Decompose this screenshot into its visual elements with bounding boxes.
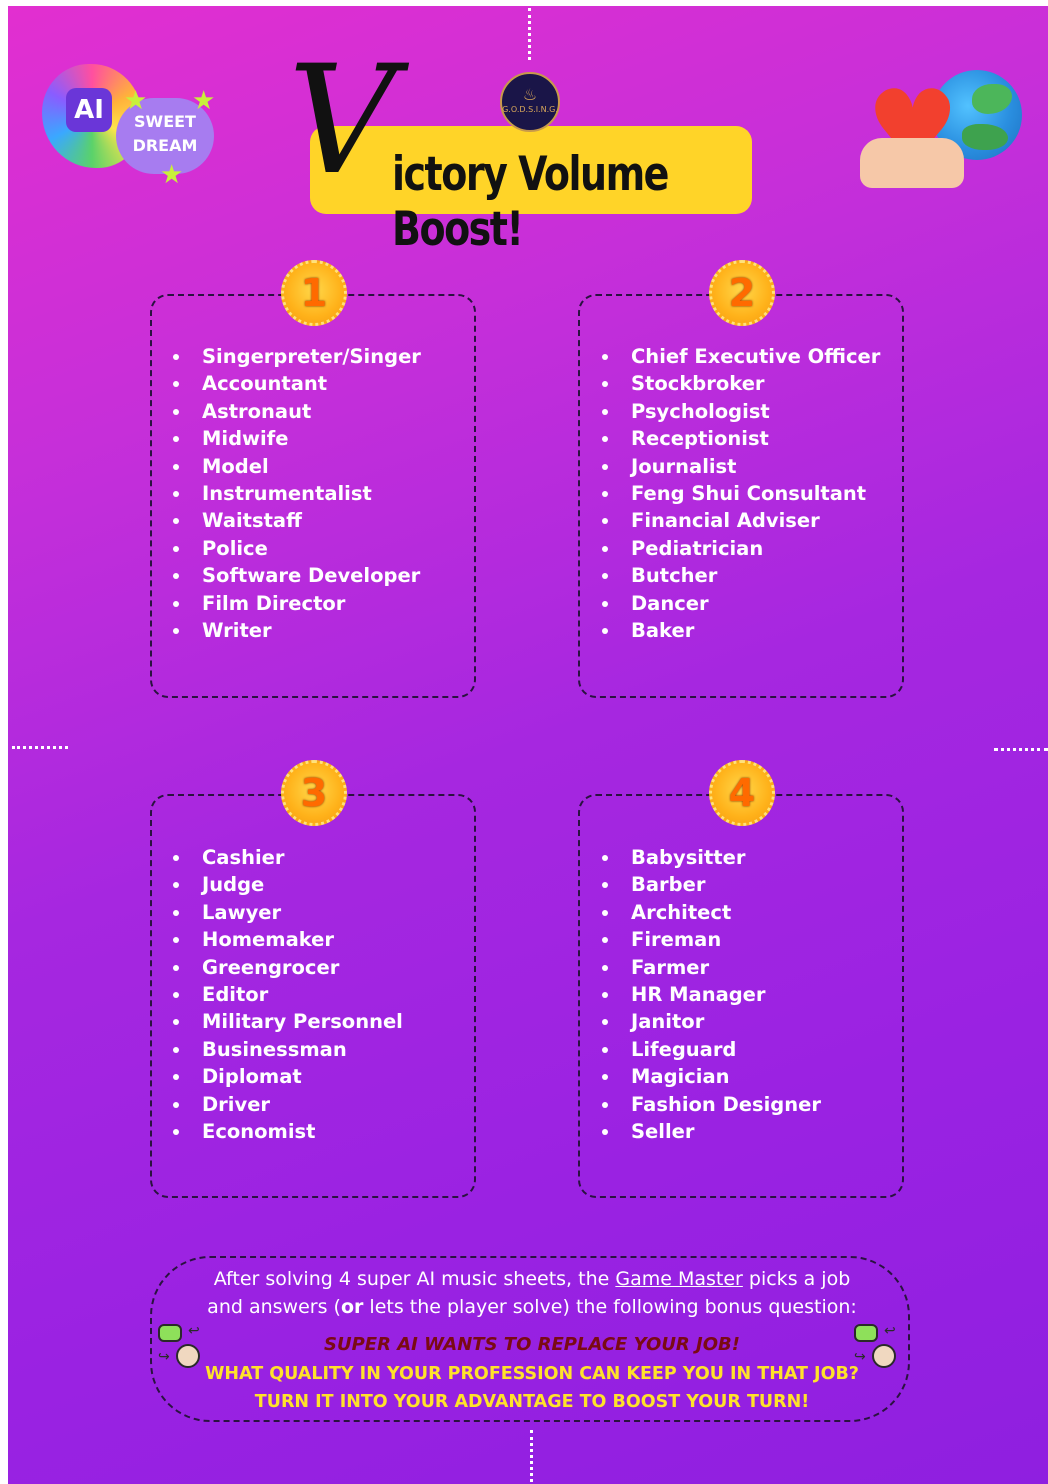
list-item: Editor [170, 981, 403, 1008]
instruction-text: lets the player solve) the following bon… [363, 1296, 857, 1318]
dream-label: DREAM [132, 136, 198, 155]
instruction-line-1: After solving 4 super AI music sheets, t… [152, 1268, 912, 1290]
list-item: Janitor [599, 1008, 821, 1035]
list-item: Financial Adviser [599, 507, 880, 534]
bonus-headline: SUPER AI WANTS TO REPLACE YOUR JOB! [324, 1334, 740, 1355]
list-item: Homemaker [170, 926, 403, 953]
list-item: Feng Shui Consultant [599, 480, 880, 507]
list-item: Stockbroker [599, 370, 880, 397]
bonus-tip: TURN IT INTO YOUR ADVANTAGE TO BOOST YOU… [254, 1392, 810, 1412]
bonus-question-box: After solving 4 super AI music sheets, t… [150, 1256, 910, 1422]
list-item: Accountant [170, 370, 421, 397]
flame-figure-icon: ♨ [522, 85, 538, 104]
list-item: Baker [599, 617, 880, 644]
left-dotted-guide [12, 746, 68, 752]
instruction-text: picks a job [742, 1268, 851, 1290]
hands-icon [860, 138, 964, 188]
person-face [176, 1344, 200, 1368]
gods-logo-icon: ♨ G.O.D.S.I.N.G. [500, 72, 560, 132]
list-item: Dancer [599, 590, 880, 617]
list-item: Journalist [599, 453, 880, 480]
list-item: Instrumentalist [170, 480, 421, 507]
list-item: Singerpreter/Singer [170, 343, 421, 370]
bonus-question: WHAT QUALITY IN YOUR PROFESSION CAN KEEP… [205, 1364, 859, 1384]
list-item: Police [170, 535, 421, 562]
group-4-number-badge: 4 [709, 760, 775, 826]
instruction-line-2: and answers (or lets the player solve) t… [152, 1296, 912, 1318]
right-dotted-guide [994, 748, 1048, 754]
game-master-link[interactable]: Game Master [615, 1268, 743, 1290]
list-item: Economist [170, 1118, 403, 1145]
arrow-icon: ↩ [884, 1323, 896, 1339]
ai-sweet-dream-icon: AI SWEET DREAM ★ ★ ★ [42, 58, 222, 188]
robot-head [854, 1324, 878, 1342]
group-1-number-badge: 1 [281, 260, 347, 326]
robot-swap-icon: ↩ ↪ [854, 1324, 904, 1376]
bottom-dotted-guide [530, 1430, 537, 1482]
job-list-group-4: Babysitter Barber Architect Fireman Farm… [599, 844, 821, 1145]
ai-chip-label: AI [66, 88, 112, 132]
list-item: HR Manager [599, 981, 821, 1008]
robot-head [158, 1324, 182, 1342]
list-item: Businessman [170, 1036, 403, 1063]
list-item: Model [170, 453, 421, 480]
page-title: ictory Volume Boost! [392, 146, 669, 256]
group-2-number-badge: 2 [709, 260, 775, 326]
star-icon: ★ [192, 86, 216, 116]
list-item: Magician [599, 1063, 821, 1090]
list-item: Driver [170, 1091, 403, 1118]
group-3-number-badge: 3 [281, 760, 347, 826]
list-item: Fireman [599, 926, 821, 953]
list-item: Butcher [599, 562, 880, 589]
list-item: Seller [599, 1118, 821, 1145]
logo-text: G.O.D.S.I.N.G. [502, 105, 558, 114]
list-item: Software Developer [170, 562, 421, 589]
instruction-text: After solving 4 super AI music sheets, t… [213, 1268, 616, 1290]
job-list-group-1: Singerpreter/Singer Accountant Astronaut… [170, 343, 421, 644]
arrow-icon: ↪ [854, 1349, 866, 1365]
list-item: Judge [170, 871, 403, 898]
list-item: Film Director [170, 590, 421, 617]
list-item: Cashier [170, 844, 403, 871]
globe-land [962, 124, 1008, 150]
top-dotted-guide [528, 8, 535, 60]
list-item: Receptionist [599, 425, 880, 452]
job-list-group-3: Cashier Judge Lawyer Homemaker Greengroc… [170, 844, 403, 1145]
poster: AI SWEET DREAM ★ ★ ★ V ictory Volume Boo… [8, 6, 1048, 1484]
star-icon: ★ [160, 160, 184, 190]
arrow-icon: ↪ [158, 1349, 170, 1365]
arrow-icon: ↩ [188, 1323, 200, 1339]
list-item: Fashion Designer [599, 1091, 821, 1118]
list-item: Chief Executive Officer [599, 343, 880, 370]
list-item: Military Personnel [170, 1008, 403, 1035]
person-face [872, 1344, 896, 1368]
list-item: Waitstaff [170, 507, 421, 534]
list-item: Lifeguard [599, 1036, 821, 1063]
job-list-group-2: Chief Executive Officer Stockbroker Psyc… [599, 343, 880, 644]
star-icon: ★ [124, 86, 148, 116]
instruction-text: and answers ( [207, 1296, 341, 1318]
instruction-bold-text: or [340, 1296, 364, 1318]
list-item: Babysitter [599, 844, 821, 871]
list-item: Midwife [170, 425, 421, 452]
title-initial: V [288, 34, 397, 208]
list-item: Astronaut [170, 398, 421, 425]
list-item: Lawyer [170, 899, 403, 926]
list-item: Diplomat [170, 1063, 403, 1090]
list-item: Pediatrician [599, 535, 880, 562]
robot-swap-icon: ↩ ↪ [158, 1324, 208, 1376]
list-item: Farmer [599, 954, 821, 981]
list-item: Writer [170, 617, 421, 644]
list-item: Greengrocer [170, 954, 403, 981]
list-item: Architect [599, 899, 821, 926]
list-item: Psychologist [599, 398, 880, 425]
globe-land [972, 84, 1012, 114]
list-item: Barber [599, 871, 821, 898]
